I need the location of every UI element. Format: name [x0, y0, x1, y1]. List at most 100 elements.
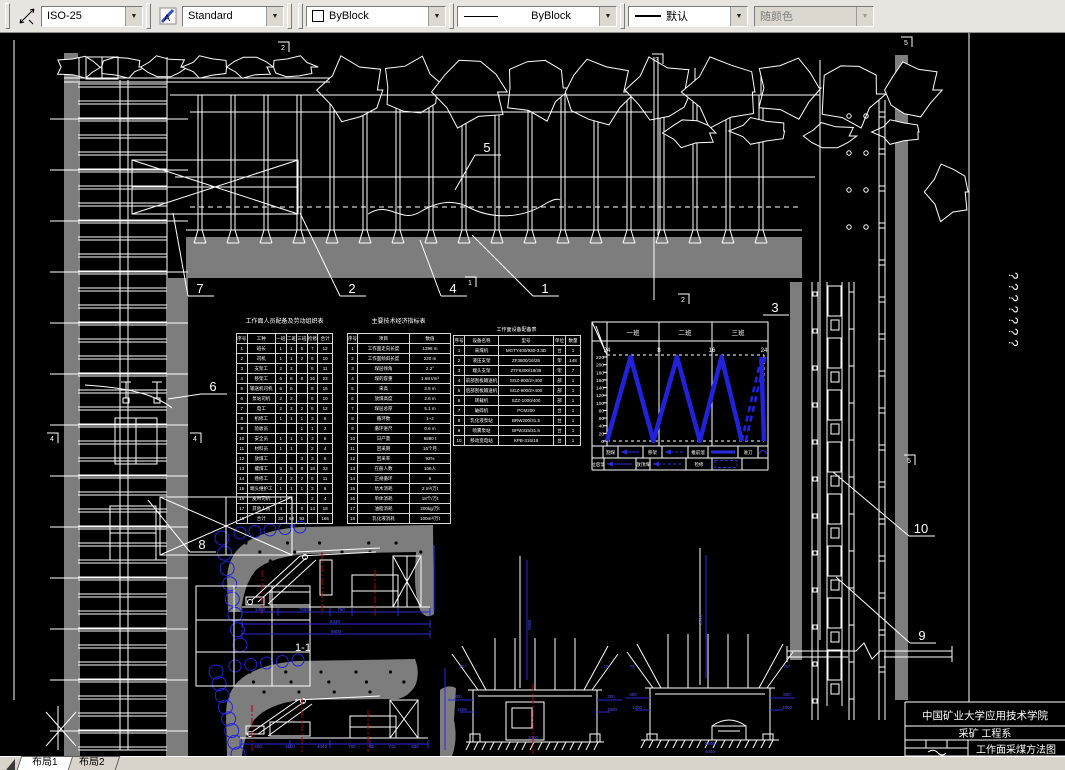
svg-text:300: 300: [454, 694, 462, 699]
svg-text:6: 6: [209, 379, 216, 394]
chevron-down-icon[interactable]: ▼: [125, 6, 142, 26]
toolbar-grip[interactable]: [298, 3, 303, 29]
toolbar-grip[interactable]: [620, 3, 625, 29]
svg-text:2: 2: [681, 297, 685, 304]
table-row: 4 前部刮板输送机 SGZ-900/2×400 部 1: [453, 375, 581, 386]
svg-text:8430: 8430: [330, 619, 341, 624]
svg-text:0: 0: [601, 439, 604, 445]
table-row: 12 回采率 92%: [347, 453, 451, 464]
table-row: 3 端头支架 ZTF6300/18/35 架 7: [453, 365, 581, 376]
svg-text:4: 4: [50, 436, 54, 443]
color-control-combo[interactable]: ByBlock ▼: [306, 5, 446, 27]
color-value: ByBlock: [329, 10, 369, 22]
svg-text:一班: 一班: [627, 328, 641, 337]
table-row: 12 放煤工 3 3 6: [236, 453, 333, 464]
linetype-sample: [464, 15, 498, 17]
chevron-down-icon[interactable]: ▼: [428, 6, 445, 26]
table-row: 6 放煤高度 2.6 m: [347, 393, 451, 404]
svg-text:进刀: 进刀: [744, 449, 753, 456]
table-row: 16 皮带司机 1 1 2 4: [236, 493, 333, 504]
personnel-table-title: 工作面人员配备及劳动组织表: [245, 319, 324, 325]
toolbar-grip[interactable]: [5, 3, 10, 29]
svg-text:75°: 75°: [460, 664, 467, 669]
toolbar-grip[interactable]: [287, 3, 292, 29]
table-row: 9 喷雾泵站 BPW315/31.5 台 1: [453, 425, 581, 436]
dim-style-combo[interactable]: ISO-25 ▼: [41, 5, 143, 27]
chevron-down-icon: ▼: [856, 6, 873, 26]
table-row: 11 回采期 16个月: [347, 443, 451, 454]
svg-text:180: 180: [596, 370, 604, 376]
linetype-control-combo[interactable]: ByBlock ▼: [457, 5, 617, 27]
svg-text:160: 160: [596, 378, 604, 384]
table-row: 7 电工 2 2 2 6 12: [236, 403, 333, 414]
svg-text:100: 100: [596, 401, 604, 407]
chevron-down-icon[interactable]: ▼: [730, 6, 747, 26]
table-header-row: 序号 项目 数值: [347, 333, 451, 344]
svg-text:移架: 移架: [648, 449, 657, 456]
svg-text:割煤: 割煤: [606, 449, 615, 456]
svg-text:16: 16: [709, 348, 716, 354]
svg-text:4: 4: [193, 436, 197, 443]
model-space-canvas[interactable]: 220 200 180 160 140 120 100 80 60 40 20 0 24 8 16 24 一班二…: [0, 0, 1065, 770]
svg-text:推前溜: 推前溜: [691, 449, 705, 456]
table-row: 5 输送机司机 6 6 8 15: [236, 383, 333, 394]
table-row: 13 在册人数 106人: [347, 463, 451, 474]
table-row: 2 液压支架 ZF3800/16/26 架 148: [453, 355, 581, 366]
svg-text:9800: 9800: [331, 629, 342, 634]
svg-text:80: 80: [599, 408, 605, 414]
tab-scroll-icon[interactable]: [6, 759, 15, 770]
lineweight-value: 默认: [666, 11, 688, 23]
plot-style-value: 随颜色: [760, 11, 793, 23]
svg-text:4040: 4040: [705, 749, 716, 754]
object-properties-toolbar: ISO-25 ▼ A Standard ▼ ByBlock ▼ ByBlock …: [0, 0, 1065, 33]
text-style-combo[interactable]: Standard ▼: [182, 5, 284, 27]
svg-text:1800: 1800: [607, 707, 618, 712]
svg-text:9: 9: [918, 628, 925, 643]
table-row: 15 坑木消耗 2 m³/万t: [347, 483, 451, 494]
table-row: 5 后部刮板输送机 SGZ-900/2×400 部 1: [453, 385, 581, 396]
table-row: 6 泵站司机 2 2 6 10: [236, 393, 333, 404]
svg-text:750: 750: [337, 607, 345, 612]
svg-text:2: 2: [281, 45, 285, 52]
svg-text:1: 1: [541, 281, 548, 296]
svg-text:2500: 2500: [527, 619, 532, 630]
table-row: 4 煤的容重 1.68 t/m³: [347, 373, 451, 384]
chevron-down-icon[interactable]: ▼: [266, 6, 283, 26]
dim-style-value: ISO-25: [47, 10, 82, 22]
svg-text:2: 2: [348, 281, 355, 296]
svg-text:1: 1: [468, 280, 472, 287]
table-row: 9 循环进尺 0.6 m: [347, 423, 451, 434]
dim-style-icon[interactable]: [16, 5, 38, 27]
svg-text:200: 200: [596, 363, 604, 369]
chevron-down-icon[interactable]: ▼: [599, 6, 616, 26]
svg-text:75°: 75°: [604, 664, 611, 669]
toolbar-grip[interactable]: [449, 3, 454, 29]
table-row: 2 司机 1 1 2 6 10: [236, 353, 333, 364]
svg-text:120: 120: [596, 393, 604, 399]
svg-text:715: 715: [388, 744, 396, 749]
table-row: 18 乳化液消耗 100m³/万t: [347, 513, 451, 524]
svg-text:300: 300: [629, 692, 637, 697]
svg-text:24: 24: [761, 348, 768, 354]
svg-text:4040: 4040: [317, 744, 328, 749]
svg-text:3600: 3600: [705, 741, 716, 746]
table-header-row: 序号 设备名称 型号 单位 数量: [453, 335, 581, 346]
svg-text:300: 300: [607, 694, 615, 699]
svg-text:5: 5: [907, 458, 911, 465]
svg-text:7: 7: [196, 281, 203, 296]
section-1-1-label: 1-1: [295, 642, 311, 654]
lineweight-control-combo[interactable]: 默认 ▼: [628, 5, 748, 27]
table-row: 10 日产量 6880 t: [347, 433, 451, 444]
svg-text:5: 5: [904, 40, 908, 47]
toolbar-grip[interactable]: [146, 3, 151, 29]
linetype-value: ByBlock: [531, 10, 571, 22]
table-row: 11 材料员 1 1 2 4: [236, 443, 333, 454]
tab-layout1[interactable]: 布局1: [16, 756, 73, 770]
text-style-icon[interactable]: A: [157, 5, 179, 27]
table-row: 14 巷修工 2 2 2 6 11: [236, 473, 333, 484]
title-block-dept: 采矿 工程系: [959, 727, 1012, 740]
table-row: 15 端头维护工 1 1 1 3 6: [236, 483, 333, 494]
table-row: 1 班长 1 1 5 7 12: [236, 343, 333, 354]
svg-text:1600: 1600: [457, 707, 468, 712]
table-row: 10 移动变电站 KPB-315/18 台 1: [453, 435, 581, 446]
